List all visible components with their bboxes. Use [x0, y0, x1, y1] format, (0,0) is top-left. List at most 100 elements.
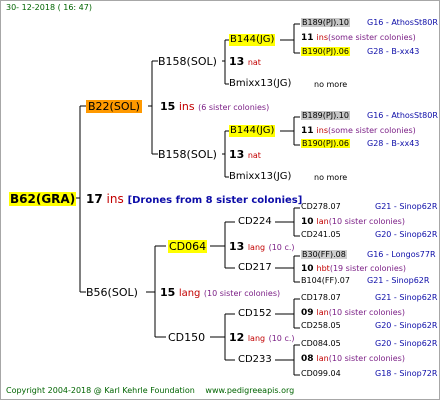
queen-line: G18 - Sinop72R	[375, 369, 438, 378]
queen-name: B189(PJ).10	[301, 111, 350, 120]
right-summary-row: 11 ins(some sister colonies)	[301, 126, 416, 136]
node-cd233: CD233	[238, 354, 272, 365]
root-num: 17	[86, 192, 103, 206]
node-b158-a: B158(SOL)	[158, 55, 217, 68]
b158b-unit: nat	[247, 151, 261, 160]
row-note: (some sister colonies)	[328, 126, 416, 135]
row-unit: ins	[316, 33, 328, 42]
row-num: 10	[301, 217, 314, 227]
queen-name: CD278.07	[301, 202, 341, 211]
queen-line: G16 - Longos77R	[367, 250, 436, 259]
row-unit: lan	[316, 354, 329, 363]
b158a-unit: nat	[247, 58, 261, 67]
cd150-num: 12	[229, 331, 245, 344]
root-note: [Drones from 8 sister colonies]	[127, 195, 303, 206]
row-unit: ins	[316, 126, 328, 135]
node-cd064: CD064	[168, 240, 208, 253]
node-cd152: CD152	[238, 308, 272, 319]
right-queen-row: CD241.05 G20 - Sinop62R	[301, 230, 437, 240]
row-num: 08	[301, 354, 314, 364]
queen-name: B190(PJ).06	[301, 47, 350, 56]
queen-name: CD178.07	[301, 293, 341, 302]
row-note: (10 sister colonies)	[328, 217, 405, 226]
node-b22-summary: 15 ins (6 sister colonies)	[160, 100, 269, 113]
queen-name: CD099.04	[301, 369, 341, 378]
no-more-a: no more	[314, 80, 348, 89]
row-note: (some sister colonies)	[328, 33, 416, 42]
queen-line: G21 - Sinop62R	[375, 293, 438, 302]
node-b144-b: B144(JG)	[229, 125, 276, 137]
row-unit: hbt	[316, 264, 330, 273]
node-b158-b-summary: 13 nat	[229, 148, 261, 161]
right-queen-row: B190(PJ).06 G28 - B-xx43	[301, 47, 419, 57]
node-b56: B56(SOL)	[86, 286, 138, 299]
queen-name: B104(FF).07	[301, 276, 350, 285]
b22-num: 15	[160, 100, 176, 113]
row-note: (19 sister colonies)	[329, 264, 407, 273]
cd064-note: (10 c.)	[268, 243, 295, 252]
cd150-unit: lang	[247, 334, 266, 343]
row-num: 10	[301, 264, 314, 274]
root-unit: ins	[106, 192, 124, 206]
queen-line: G20 - Sinop62R	[375, 230, 438, 239]
b22-note: (6 sister colonies)	[198, 103, 270, 112]
queen-line: G16 - AthosSt80R	[367, 18, 438, 27]
node-cd224: CD224	[238, 216, 272, 227]
queen-line: G28 - B-xx43	[367, 139, 420, 148]
queen-line: G20 - Sinop62R	[375, 339, 438, 348]
right-queen-row: B104(FF).07 G21 - Sinop62R	[301, 276, 429, 286]
node-b22: B22(SOL)	[86, 100, 142, 113]
no-more-b: no more	[314, 173, 348, 182]
b56-unit: lang	[178, 288, 201, 299]
queen-name: B190(PJ).06	[301, 139, 350, 148]
right-queen-row: B190(PJ).06 G28 - B-xx43	[301, 139, 419, 149]
copyright-text: Copyright 2004-2018 @ Karl Kehrle Founda…	[6, 386, 195, 395]
node-b158-b: B158(SOL)	[158, 148, 217, 161]
right-queen-row: B189(PJ).10 G16 - AthosSt80R	[301, 18, 438, 28]
node-cd150: CD150	[168, 331, 206, 344]
right-summary-row: 11 ins(some sister colonies)	[301, 33, 416, 43]
node-bmixx-a: Bmixx13(JG)	[229, 78, 292, 89]
footer-copyright: Copyright 2004-2018 @ Karl Kehrle Founda…	[6, 386, 294, 396]
queen-name: CD241.05	[301, 230, 341, 239]
right-queen-row: B189(PJ).10 G16 - AthosSt80R	[301, 111, 438, 121]
right-summary-row: 10 lan(10 sister colonies)	[301, 217, 405, 227]
node-cd217: CD217	[238, 262, 272, 273]
queen-name: B189(PJ).10	[301, 18, 350, 27]
right-summary-row: 10 hbt(19 sister colonies)	[301, 264, 406, 274]
node-cd064-summary: 13 lang (10 c.)	[229, 240, 295, 253]
queen-name: CD258.05	[301, 321, 341, 330]
right-queen-row: CD258.05 G20 - Sinop62R	[301, 321, 437, 331]
right-queen-row: CD178.07 G21 - Sinop62R	[301, 293, 437, 303]
cd150-note: (10 c.)	[268, 334, 295, 343]
node-bmixx-b: Bmixx13(JG)	[229, 171, 292, 182]
node-cd150-summary: 12 lang (10 c.)	[229, 331, 295, 344]
queen-line: G21 - Sinop62R	[375, 202, 438, 211]
b158b-num: 13	[229, 148, 245, 161]
row-num: 11	[301, 126, 314, 136]
root-summary: 17 ins [Drones from 8 sister colonies]	[86, 192, 302, 208]
right-queen-row: B30(FF).08 G16 - Longos77R	[301, 250, 436, 260]
right-queen-row: CD099.04 G18 - Sinop72R	[301, 369, 437, 379]
right-summary-row: 09 lan(10 sister colonies)	[301, 308, 405, 318]
report-date: 30- 12-2018 ( 16: 47)	[6, 3, 92, 12]
b56-note: (10 sister colonies)	[203, 289, 281, 298]
node-b144-a: B144(JG)	[229, 34, 276, 46]
queen-line: G28 - B-xx43	[367, 47, 420, 56]
cd064-unit: lang	[247, 243, 266, 252]
cd064-num: 13	[229, 240, 245, 253]
row-note: (10 sister colonies)	[328, 354, 405, 363]
root-queen: B62(GRA)	[9, 192, 77, 206]
queen-name: CD084.05	[301, 339, 341, 348]
row-unit: lan	[316, 308, 329, 317]
queen-line: G20 - Sinop62R	[375, 321, 438, 330]
queen-line: G21 - Sinop62R	[367, 276, 430, 285]
queen-name: B30(FF).08	[301, 250, 347, 259]
website-link: www.pedigreeapis.org	[205, 386, 295, 395]
node-b158-a-summary: 13 nat	[229, 55, 261, 68]
row-num: 09	[301, 308, 314, 318]
queen-line: G16 - AthosSt80R	[367, 111, 438, 120]
row-note: (10 sister colonies)	[328, 308, 405, 317]
right-queen-row: CD084.05 G20 - Sinop62R	[301, 339, 437, 349]
row-num: 11	[301, 33, 314, 43]
